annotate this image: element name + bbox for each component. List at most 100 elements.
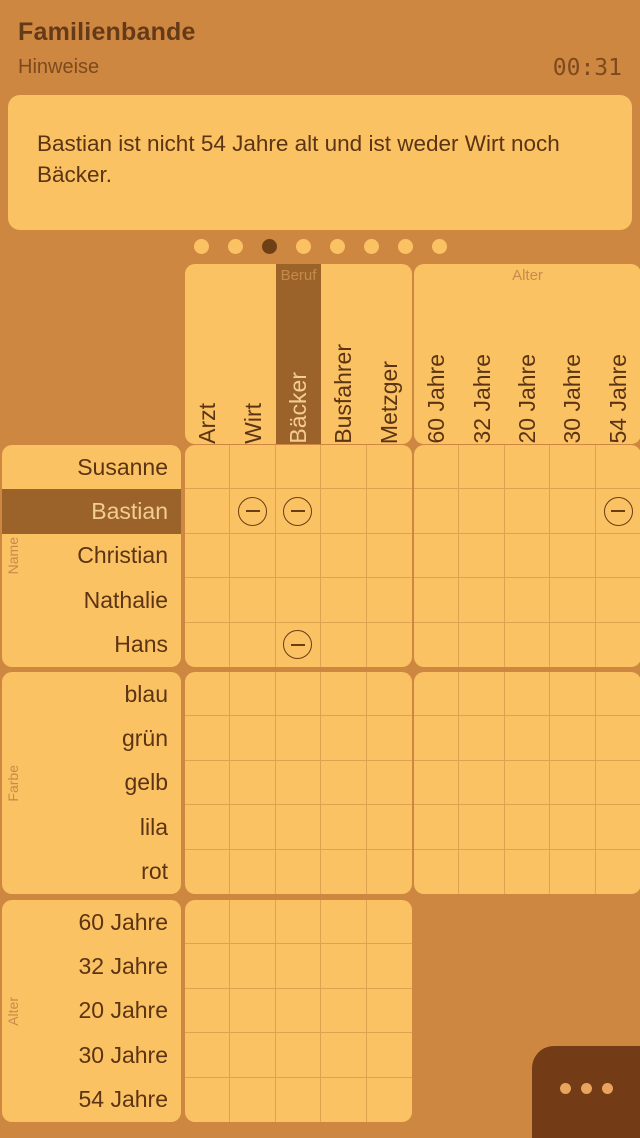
- grid-cell-alter_beruf-4-3[interactable]: [321, 1077, 367, 1122]
- grid-cell-name_alter-1-3[interactable]: [550, 489, 596, 534]
- grid-cell-farbe_beruf-4-0[interactable]: [185, 849, 231, 894]
- grid-cell-farbe_alter-2-0[interactable]: [414, 760, 460, 806]
- grid-cell-name_beruf-3-4[interactable]: [366, 578, 412, 623]
- grid-cell-name_beruf-0-3[interactable]: [321, 445, 367, 490]
- grid-cell-alter_beruf-3-0[interactable]: [185, 1033, 231, 1078]
- grid-cell-name_alter-0-2[interactable]: [504, 445, 551, 490]
- grid-cell-name_alter-2-1[interactable]: [459, 533, 505, 579]
- row-header-row_alter-0[interactable]: 60 Jahre: [2, 900, 181, 944]
- grid-cell-farbe_alter-0-1[interactable]: [459, 672, 505, 717]
- grid-cell-name_beruf-3-2[interactable]: [275, 578, 322, 623]
- clue-dot-7[interactable]: [397, 238, 413, 254]
- grid-cell-name_beruf-0-2[interactable]: [275, 445, 322, 490]
- grid-cell-alter_beruf-3-1[interactable]: [230, 1033, 276, 1078]
- row-header-row_farbe-4[interactable]: rot: [2, 850, 181, 894]
- column-header-col_top_left-3[interactable]: Busfahrer: [321, 264, 366, 444]
- row-header-row_name-4[interactable]: Hans: [2, 623, 181, 667]
- grid-cell-name_beruf-2-2[interactable]: [275, 533, 322, 579]
- grid-cell-farbe_beruf-4-3[interactable]: [321, 849, 367, 894]
- grid-cell-name_alter-0-4[interactable]: [595, 445, 640, 490]
- row-header-row_farbe-2[interactable]: gelb: [2, 761, 181, 805]
- grid-cell-name_alter-4-3[interactable]: [550, 622, 596, 667]
- grid-cell-farbe_alter-0-4[interactable]: [595, 672, 640, 717]
- grid-cell-name_beruf-3-1[interactable]: [230, 578, 276, 623]
- grid-cell-alter_beruf-2-4[interactable]: [366, 989, 412, 1034]
- grid-cell-alter_beruf-4-1[interactable]: [230, 1077, 276, 1122]
- column-header-col_top_left-0[interactable]: Arzt: [185, 264, 230, 444]
- grid-cell-name_alter-3-0[interactable]: [414, 578, 460, 623]
- row-header-row_alter-2[interactable]: 20 Jahre: [2, 989, 181, 1033]
- grid-cell-name_beruf-2-4[interactable]: [366, 534, 412, 579]
- grid-cell-farbe_alter-4-4[interactable]: [596, 850, 640, 894]
- column-header-col_top_right-0[interactable]: 60 Jahre: [414, 264, 459, 444]
- grid-cell-name_beruf-1-2[interactable]: [275, 489, 322, 534]
- grid-cell-farbe_alter-3-1[interactable]: [459, 805, 505, 850]
- grid-cell-alter_beruf-2-2[interactable]: [275, 988, 322, 1034]
- grid-cell-alter_beruf-0-0[interactable]: [185, 900, 231, 945]
- grid-cell-farbe_alter-1-4[interactable]: [595, 716, 640, 761]
- more-options-button[interactable]: [532, 1046, 640, 1138]
- grid-cell-alter_beruf-0-3[interactable]: [321, 900, 367, 945]
- grid-cell-alter_beruf-1-2[interactable]: [275, 944, 322, 989]
- grid-cell-farbe_alter-0-3[interactable]: [550, 672, 596, 717]
- grid-cell-name_beruf-2-3[interactable]: [321, 533, 367, 579]
- grid-cell-farbe_beruf-3-3[interactable]: [321, 805, 367, 850]
- grid-cell-farbe_beruf-3-4[interactable]: [366, 805, 412, 850]
- grid-cell-farbe_beruf-0-4[interactable]: [366, 672, 412, 717]
- grid-cell-name_alter-0-0[interactable]: [414, 445, 460, 490]
- grid-cell-farbe_alter-0-0[interactable]: [414, 672, 460, 717]
- grid-cell-alter_beruf-1-1[interactable]: [230, 944, 276, 989]
- grid-cell-farbe_beruf-0-2[interactable]: [275, 672, 322, 717]
- grid-cell-alter_beruf-4-0[interactable]: [185, 1077, 231, 1122]
- grid-cell-name_alter-2-3[interactable]: [550, 533, 596, 579]
- column-header-col_top_right-3[interactable]: 30 Jahre: [550, 264, 595, 444]
- grid-cell-farbe_beruf-4-2[interactable]: [276, 849, 322, 894]
- grid-cell-name_beruf-1-4[interactable]: [366, 489, 412, 534]
- column-header-col_top_left-4[interactable]: Metzger: [367, 264, 412, 444]
- grid-cell-name_beruf-4-3[interactable]: [321, 622, 367, 667]
- column-header-col_top_left-2[interactable]: Bäcker: [275, 264, 322, 444]
- grid-cell-farbe_alter-0-2[interactable]: [504, 672, 551, 717]
- grid-cell-farbe_beruf-3-1[interactable]: [230, 805, 276, 850]
- grid-cell-farbe_beruf-1-4[interactable]: [366, 716, 412, 761]
- row-header-row_alter-4[interactable]: 54 Jahre: [2, 1078, 181, 1122]
- grid-cell-name_alter-4-2[interactable]: [505, 622, 551, 667]
- row-header-row_name-0[interactable]: Susanne: [2, 445, 181, 489]
- grid-cell-farbe_alter-2-1[interactable]: [459, 760, 505, 806]
- grid-cell-name_beruf-1-0[interactable]: [185, 489, 231, 534]
- grid-cell-name_alter-2-4[interactable]: [595, 534, 640, 579]
- grid-cell-alter_beruf-3-4[interactable]: [366, 1033, 412, 1078]
- row-header-row_name-2[interactable]: Christian: [2, 534, 181, 578]
- column-header-col_top_left-1[interactable]: Wirt: [230, 264, 275, 444]
- grid-cell-farbe_beruf-2-2[interactable]: [275, 760, 322, 806]
- grid-cell-farbe_beruf-1-0[interactable]: [185, 716, 231, 761]
- grid-cell-name_alter-1-4[interactable]: [595, 489, 640, 534]
- column-header-col_top_right-1[interactable]: 32 Jahre: [459, 264, 504, 444]
- grid-cell-name_alter-0-1[interactable]: [459, 445, 505, 490]
- row-header-row_farbe-1[interactable]: grün: [2, 716, 181, 760]
- grid-cell-farbe_alter-3-0[interactable]: [414, 805, 460, 850]
- grid-cell-farbe_beruf-4-4[interactable]: [367, 850, 412, 894]
- grid-cell-name_beruf-4-4[interactable]: [367, 623, 412, 667]
- grid-cell-farbe_alter-1-0[interactable]: [414, 716, 460, 761]
- grid-cell-name_beruf-3-0[interactable]: [185, 578, 231, 623]
- column-header-col_top_right-4[interactable]: 54 Jahre: [596, 264, 640, 444]
- grid-cell-name_beruf-4-0[interactable]: [185, 622, 231, 667]
- grid-cell-name_beruf-2-1[interactable]: [230, 533, 276, 579]
- grid-cell-name_alter-0-3[interactable]: [550, 445, 596, 490]
- grid-cell-farbe_beruf-0-0[interactable]: [185, 672, 231, 717]
- grid-cell-alter_beruf-1-0[interactable]: [185, 944, 231, 989]
- grid-cell-alter_beruf-2-0[interactable]: [185, 988, 231, 1034]
- grid-cell-farbe_beruf-1-1[interactable]: [230, 716, 276, 761]
- grid-cell-farbe_beruf-1-3[interactable]: [321, 716, 367, 761]
- grid-cell-alter_beruf-2-1[interactable]: [230, 988, 276, 1034]
- grid-cell-farbe_alter-3-2[interactable]: [504, 805, 551, 850]
- clue-pagination[interactable]: [0, 237, 640, 255]
- grid-cell-name_beruf-0-0[interactable]: [185, 445, 231, 490]
- grid-cell-name_beruf-3-3[interactable]: [321, 578, 367, 623]
- grid-cell-farbe_alter-4-3[interactable]: [550, 849, 596, 894]
- grid-cell-alter_beruf-0-2[interactable]: [275, 900, 322, 945]
- grid-cell-name_alter-3-3[interactable]: [550, 578, 596, 623]
- clue-dot-3[interactable]: [261, 238, 277, 254]
- grid-cell-farbe_beruf-1-2[interactable]: [275, 716, 322, 761]
